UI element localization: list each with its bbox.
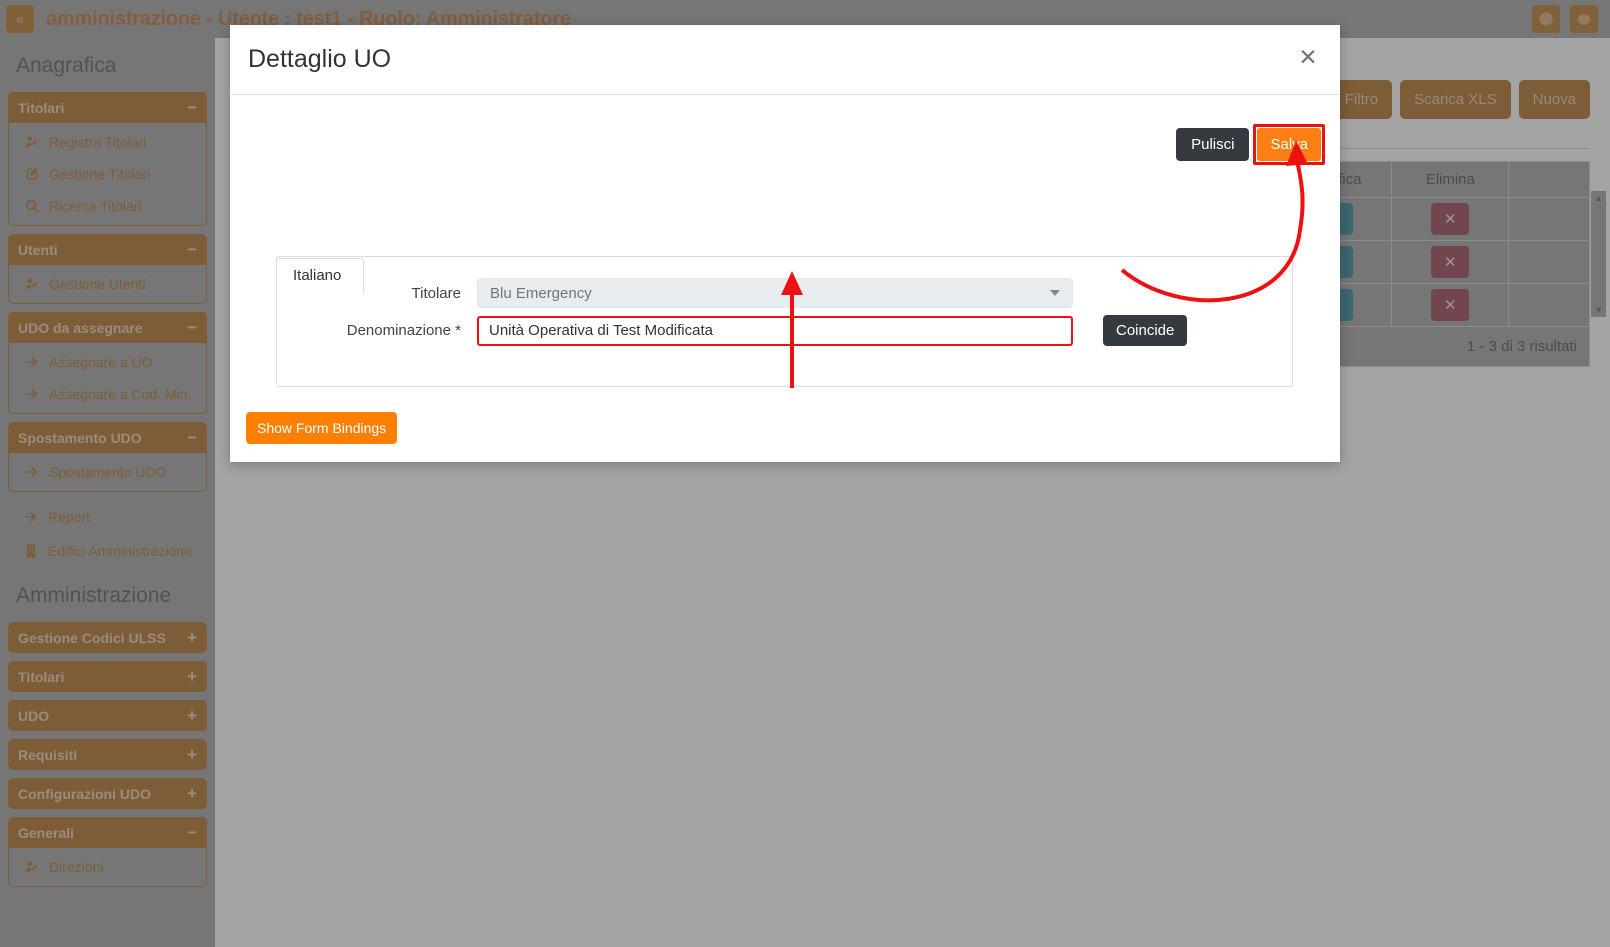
form-panel: Titolare Blu Emergency Denominazione * U… (276, 256, 1293, 387)
form-row-titolare: Titolare Blu Emergency (277, 278, 1073, 308)
denominazione-value: Unità Operativa di Test Modificata (489, 322, 713, 339)
denominazione-label: Denominazione * (346, 322, 461, 339)
tab-active-mask (277, 291, 351, 295)
form-row-denominazione: Denominazione * Unità Operativa di Test … (277, 315, 1188, 346)
chevron-down-icon (1050, 290, 1060, 296)
tab-italiano[interactable]: Italiano (276, 258, 365, 293)
denominazione-input[interactable]: Unità Operativa di Test Modificata (477, 315, 1073, 346)
dialog-title: Dettaglio UO (248, 45, 392, 73)
coincide-tooltip: Coincide (1103, 315, 1188, 346)
save-button-wrapper: Salva (1253, 124, 1325, 165)
titolare-selected-value: Blu Emergency (490, 284, 592, 302)
titolare-select[interactable]: Blu Emergency (477, 278, 1073, 308)
show-form-bindings-button[interactable]: Show Form Bindings (246, 412, 398, 444)
dialog-header: Dettaglio UO ✕ (230, 25, 1340, 95)
pulisci-button[interactable]: Pulisci (1176, 128, 1250, 161)
dialog-actions: Pulisci Salva (1176, 124, 1325, 165)
application-root: « amministrazione - Utente : test1 - Ruo… (0, 0, 1610, 947)
dettaglio-uo-dialog: Dettaglio UO ✕ Pulisci Salva Titolare Bl… (230, 25, 1340, 462)
dialog-body: Pulisci Salva Titolare Blu Emergency Den… (230, 95, 1340, 461)
salva-button[interactable]: Salva (1257, 128, 1321, 161)
close-icon[interactable]: ✕ (1294, 43, 1322, 71)
